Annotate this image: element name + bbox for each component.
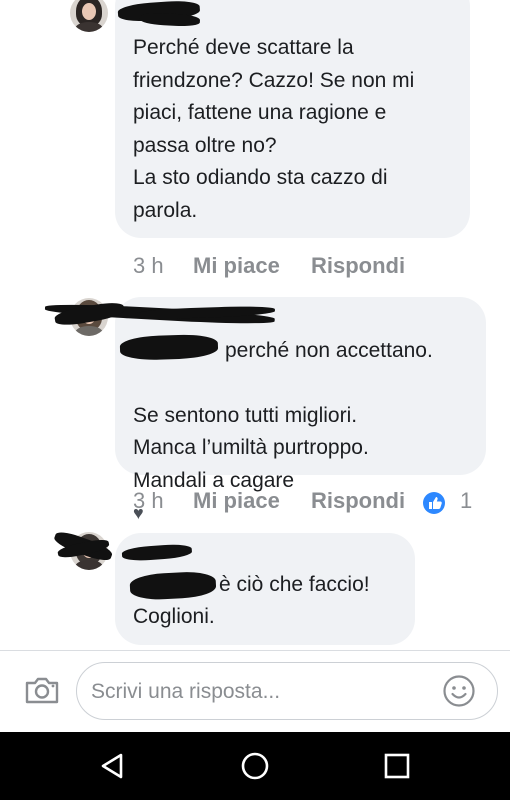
like-button[interactable]: Mi piace (193, 488, 280, 514)
comment-text-first-line: perché non accettano. (225, 339, 433, 362)
comment-thread: Perché deve scattare la friendzone? Cazz… (0, 0, 510, 650)
camera-icon[interactable] (24, 675, 60, 705)
reply-button[interactable]: Rispondi (311, 253, 405, 279)
avatar[interactable] (70, 0, 108, 32)
comment-time: 3 h (133, 488, 164, 513)
like-reaction-icon[interactable] (423, 492, 445, 514)
comment-text-rest: Coglioni. (133, 605, 215, 628)
reaction-count[interactable]: 1 (460, 488, 472, 514)
home-circle-icon[interactable] (239, 750, 271, 782)
reply-input[interactable]: Scrivi una risposta... (76, 662, 498, 720)
like-button[interactable]: Mi piace (193, 253, 280, 279)
comment-bubble: perché non accettano. Se sentono tutti m… (115, 297, 486, 523)
reply-placeholder: Scrivi una risposta... (91, 680, 281, 703)
comment-time: 3 h (133, 253, 164, 278)
comment-text-first-line: è ciò che faccio! (219, 573, 370, 596)
comment-bubble: Perché deve scattare la friendzone? Cazz… (115, 0, 470, 238)
back-triangle-icon[interactable] (97, 750, 129, 782)
emoji-icon[interactable] (442, 674, 476, 708)
recents-square-icon[interactable] (381, 750, 413, 782)
reply-composer: Scrivi una risposta... (0, 650, 510, 733)
comment-text: Perché deve scattare la friendzone? Cazz… (133, 36, 415, 222)
system-navigation-bar (0, 732, 510, 800)
comment-actions: 3 h Mi piace Rispondi (133, 253, 433, 281)
reply-button[interactable]: Rispondi (311, 488, 405, 514)
